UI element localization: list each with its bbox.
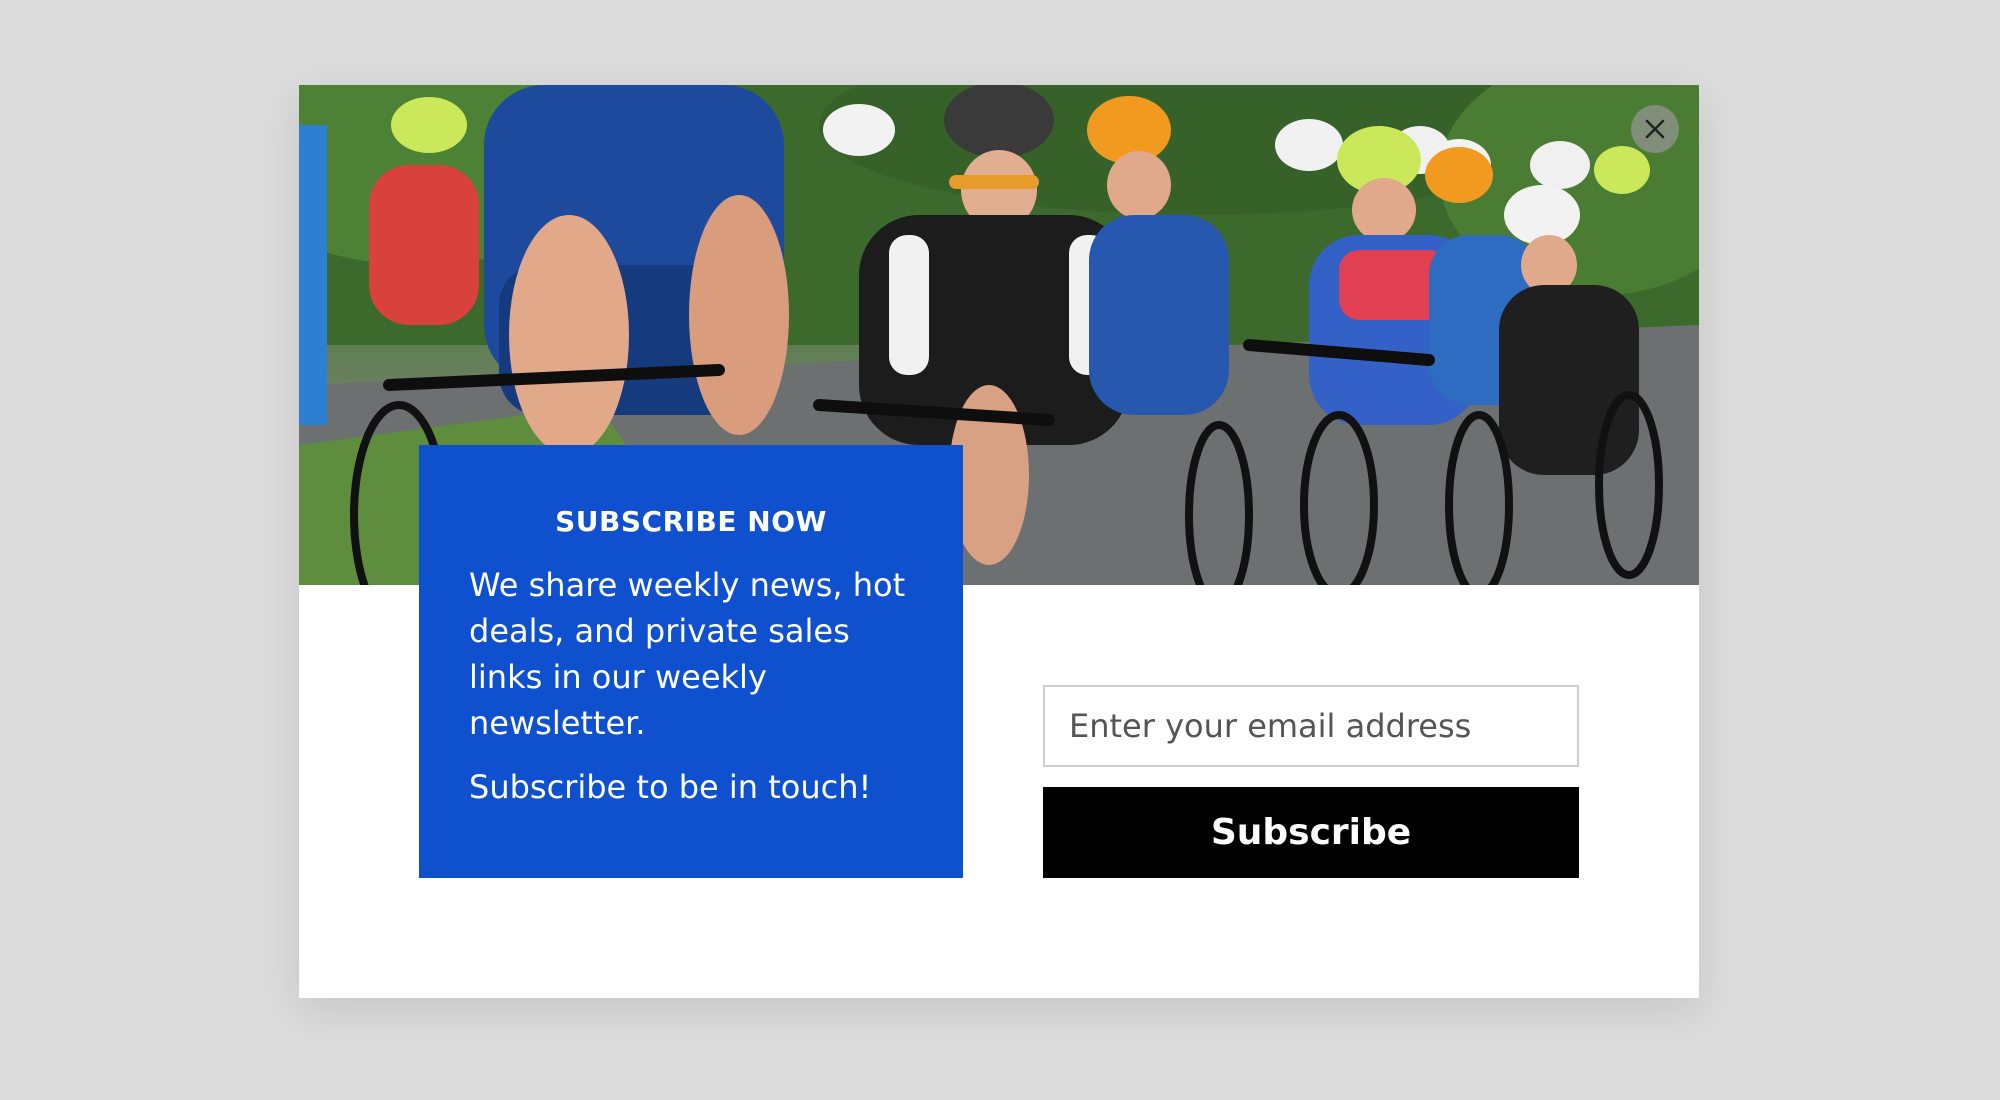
close-icon xyxy=(1645,119,1665,139)
promo-cta-text: Subscribe to be in touch! xyxy=(469,768,872,806)
subscribe-button[interactable]: Subscribe xyxy=(1043,787,1579,878)
promo-panel: SUBSCRIBE NOW We share weekly news, hot … xyxy=(419,445,963,878)
email-input[interactable] xyxy=(1043,685,1579,767)
promo-title: SUBSCRIBE NOW xyxy=(555,505,827,538)
close-button[interactable] xyxy=(1631,105,1679,153)
subscribe-modal: SUBSCRIBE NOW We share weekly news, hot … xyxy=(299,85,1699,998)
promo-description: We share weekly news, hot deals, and pri… xyxy=(469,566,906,742)
